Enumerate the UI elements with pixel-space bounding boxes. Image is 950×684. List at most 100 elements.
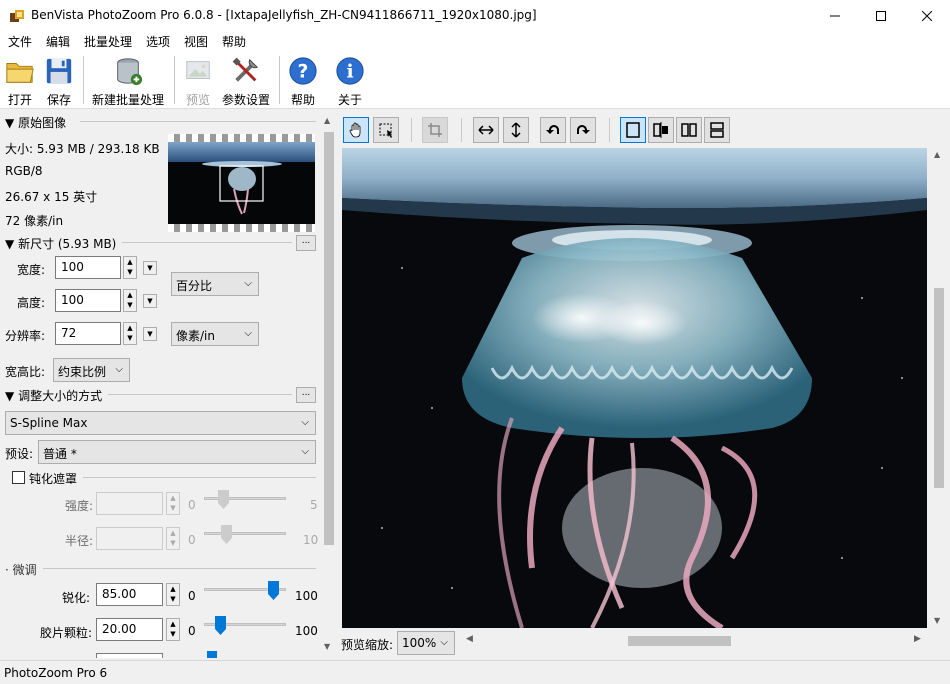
preview-canvas[interactable]	[342, 148, 927, 628]
width-spinner[interactable]: ▲ ▼	[123, 256, 137, 279]
maximize-button[interactable]	[858, 0, 904, 31]
menu-options[interactable]: 选项	[146, 33, 170, 50]
menu-view[interactable]: 视图	[184, 33, 208, 50]
fit-height-button[interactable]	[503, 117, 529, 143]
preview-button[interactable]: 预览	[182, 54, 214, 108]
hand-tool-button[interactable]	[343, 117, 369, 143]
menu-help[interactable]: 帮助	[222, 33, 246, 50]
scroll-down-icon[interactable]: ▼	[934, 616, 940, 625]
grain-slider-thumb[interactable]	[214, 616, 226, 635]
strength-input[interactable]	[96, 492, 163, 515]
scrollbar-thumb[interactable]	[934, 288, 944, 488]
preset-select[interactable]: 普通 * ⌵	[38, 440, 316, 464]
height-dropdown-button[interactable]: ▼	[143, 294, 157, 308]
scroll-up-icon[interactable]: ▲	[324, 116, 330, 125]
side-by-side-icon	[681, 123, 697, 137]
new-batch-button[interactable]: 新建批量处理	[90, 54, 166, 108]
divider	[122, 242, 292, 243]
height-label: 高度:	[17, 296, 46, 310]
svg-text:?: ?	[298, 62, 309, 83]
radius-slider-thumb[interactable]	[221, 525, 232, 544]
height-spinner[interactable]: ▲ ▼	[123, 289, 137, 312]
radius-spinner[interactable]: ▲ ▼	[166, 527, 180, 550]
settings-button[interactable]: 参数设置	[222, 54, 270, 108]
about-button[interactable]: i 关于	[334, 54, 366, 108]
maximize-icon	[876, 10, 886, 21]
vertical-arrows-icon	[511, 122, 521, 138]
scroll-down-icon[interactable]: ▼	[324, 642, 330, 651]
scroll-up-icon[interactable]: ▲	[934, 150, 940, 159]
close-button[interactable]	[904, 0, 950, 31]
scrollbar-thumb[interactable]	[324, 132, 334, 545]
strength-spinner[interactable]: ▲ ▼	[166, 492, 180, 515]
panel-scrollbar[interactable]: ▲ ▼	[320, 112, 337, 658]
strength-slider-thumb[interactable]	[218, 490, 229, 509]
new-size-header[interactable]: ▼ 新尺寸 (5.93 MB)	[5, 235, 116, 252]
resolution-spinner[interactable]: ▲ ▼	[123, 322, 137, 345]
resolution-input[interactable]: 72	[55, 322, 121, 345]
save-label: 保存	[46, 93, 71, 107]
side-by-side-button[interactable]	[676, 117, 702, 143]
crop-button[interactable]	[422, 117, 448, 143]
radius-slider[interactable]	[204, 532, 286, 535]
info-icon: i	[336, 57, 364, 85]
menu-file[interactable]: 文件	[8, 33, 32, 50]
sharpen-spinner[interactable]: ▲ ▼	[166, 583, 180, 606]
size-unit-select[interactable]: 百分比 ⌵	[171, 272, 259, 296]
menu-edit[interactable]: 编辑	[46, 33, 70, 50]
save-button[interactable]: 保存	[43, 54, 75, 108]
scroll-right-icon[interactable]: ▶	[914, 634, 921, 644]
panel-splitter[interactable]	[337, 112, 340, 658]
sharpen-slider-thumb[interactable]	[268, 581, 280, 600]
jellyfish-image	[342, 148, 927, 628]
width-dropdown-button[interactable]: ▼	[143, 261, 157, 275]
height-input[interactable]: 100	[55, 289, 121, 312]
aspect-ratio-select[interactable]: 约束比例 ⌵	[53, 358, 130, 382]
original-image-header[interactable]: ▼ 原始图像	[5, 114, 66, 131]
unsharp-mask-checkbox[interactable]	[12, 471, 25, 484]
grain-input[interactable]: 20.00	[96, 618, 163, 641]
zoom-select[interactable]: 100% ⌵	[397, 631, 455, 655]
preview-icon	[186, 61, 210, 79]
width-input[interactable]: 100	[55, 256, 121, 279]
svg-text:i: i	[346, 61, 353, 83]
open-button[interactable]: 打开	[4, 54, 36, 108]
width-label: 宽度:	[17, 263, 46, 277]
next-slider-thumb[interactable]	[207, 651, 217, 658]
minimize-button[interactable]	[812, 0, 858, 31]
preview-horizontal-scrollbar[interactable]: ◀ ▶	[463, 632, 927, 649]
chevron-down-icon: ⌵	[440, 637, 448, 648]
new-size-more-button[interactable]: ...	[296, 235, 316, 251]
split-view-button[interactable]	[648, 117, 674, 143]
single-view-icon	[626, 122, 640, 138]
selection-tool-button[interactable]	[373, 117, 399, 143]
resize-method-header[interactable]: ▼ 调整大小的方式	[5, 387, 102, 404]
thumbnail-navigator[interactable]	[168, 134, 315, 232]
top-bottom-button[interactable]	[704, 117, 730, 143]
radius-input[interactable]	[96, 527, 163, 550]
divider	[83, 477, 316, 478]
rotate-left-button[interactable]	[540, 117, 566, 143]
resize-more-button[interactable]: ...	[296, 387, 316, 403]
sharpen-input[interactable]: 85.00	[96, 583, 163, 606]
scroll-left-icon[interactable]: ◀	[466, 634, 473, 644]
radius-min: 0	[188, 533, 196, 547]
rotate-right-button[interactable]	[570, 117, 596, 143]
preview-vertical-scrollbar[interactable]: ▲ ▼	[930, 148, 947, 628]
scrollbar-thumb[interactable]	[628, 636, 731, 646]
fit-width-button[interactable]	[473, 117, 499, 143]
grain-spinner[interactable]: ▲ ▼	[166, 618, 180, 641]
toolbar-separator	[279, 56, 280, 104]
strength-slider[interactable]	[204, 497, 286, 500]
next-value-input[interactable]	[96, 653, 163, 658]
resolution-dropdown-button[interactable]: ▼	[143, 327, 157, 341]
preset-label: 预设:	[5, 447, 34, 461]
resize-method-select[interactable]: S-Spline Max ⌵	[5, 411, 316, 435]
single-view-button[interactable]	[620, 117, 646, 143]
strength-min: 0	[188, 498, 196, 512]
top-bottom-icon	[710, 122, 724, 138]
help-button[interactable]: ? 帮助	[287, 54, 319, 108]
menu-batch[interactable]: 批量处理	[84, 33, 132, 50]
minimize-icon	[830, 15, 840, 16]
resolution-unit-select[interactable]: 像素/in ⌵	[171, 322, 259, 346]
